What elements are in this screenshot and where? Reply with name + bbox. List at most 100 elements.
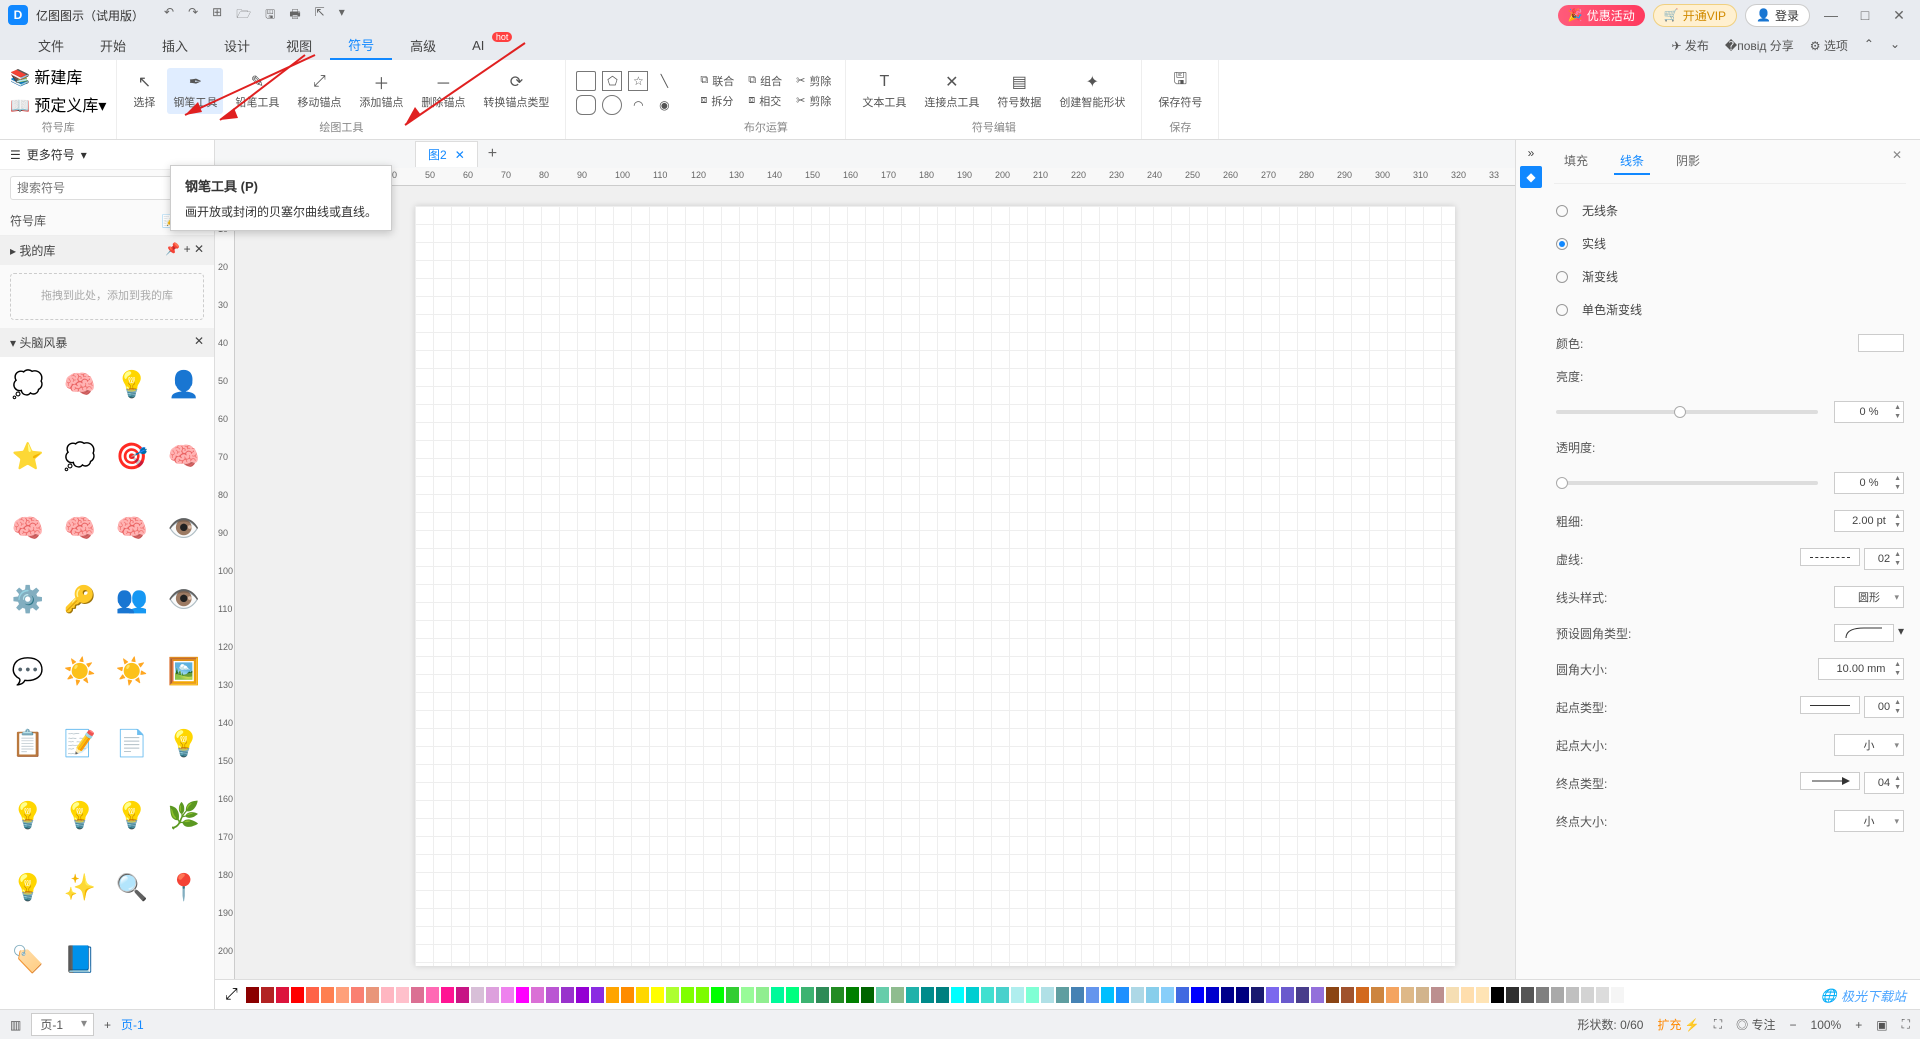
endtype-preview[interactable] <box>1800 772 1860 790</box>
export-icon[interactable]: ⇱ <box>315 5 325 26</box>
bool-group[interactable]: ⧉ 组合 <box>744 72 786 90</box>
shape-arc[interactable]: ◠ <box>628 95 648 115</box>
symbol-item[interactable]: ☀️ <box>112 652 152 692</box>
color-swatch-item[interactable] <box>1371 987 1384 1003</box>
mylib-close-icon[interactable]: ✕ <box>194 242 204 256</box>
save-symbol[interactable]: 🖫保存符号 <box>1152 68 1208 114</box>
symbol-item[interactable]: 🏷️ <box>8 939 48 979</box>
radio-gradient[interactable] <box>1556 271 1568 283</box>
fit-page-icon[interactable]: ▣ <box>1876 1018 1887 1032</box>
color-swatch-item[interactable] <box>561 987 574 1003</box>
color-swatch-item[interactable] <box>816 987 829 1003</box>
maximize-icon[interactable]: □ <box>1852 7 1878 23</box>
symbol-item[interactable]: ✨ <box>60 867 100 907</box>
brainstorm-toggle[interactable]: ▾ 头脑风暴 <box>10 334 67 351</box>
color-swatch-item[interactable] <box>1206 987 1219 1003</box>
radio-solid[interactable] <box>1556 238 1568 250</box>
options-button[interactable]: ⚙ 选项 <box>1810 37 1848 54</box>
color-swatch-item[interactable] <box>1461 987 1474 1003</box>
symbol-item[interactable]: 📄 <box>112 724 152 764</box>
radio-none[interactable] <box>1556 205 1568 217</box>
endsize-combo[interactable]: 小 <box>1834 810 1904 832</box>
radio-monograd[interactable] <box>1556 304 1568 316</box>
color-swatch-item[interactable] <box>1476 987 1489 1003</box>
color-swatch-item[interactable] <box>636 987 649 1003</box>
zoom-in-icon[interactable]: + <box>1855 1018 1862 1032</box>
color-swatch-item[interactable] <box>1071 987 1084 1003</box>
color-swatch-item[interactable] <box>441 987 454 1003</box>
zoom-out-icon[interactable]: − <box>1790 1018 1797 1032</box>
color-swatch-item[interactable] <box>366 987 379 1003</box>
color-swatch-item[interactable] <box>1446 987 1459 1003</box>
color-swatch-item[interactable] <box>1416 987 1429 1003</box>
symbol-item[interactable]: 💡 <box>112 365 152 405</box>
new-lib-button[interactable]: 📚 新建库 <box>10 64 82 88</box>
bool-intersect[interactable]: ⧈ 相交 <box>744 92 786 110</box>
color-swatch-item[interactable] <box>831 987 844 1003</box>
color-swatch[interactable] <box>1858 334 1904 352</box>
symdata-tool[interactable]: ▤符号数据 <box>991 68 1047 114</box>
symbol-item[interactable]: 💡 <box>8 795 48 835</box>
symbol-item[interactable]: 💬 <box>8 652 48 692</box>
color-swatch-item[interactable] <box>1506 987 1519 1003</box>
page-canvas[interactable] <box>415 206 1455 966</box>
symbol-item[interactable]: 🧠 <box>60 508 100 548</box>
symbol-item[interactable]: ⭐ <box>8 436 48 476</box>
symbol-item[interactable]: 🌿 <box>164 795 204 835</box>
color-swatch-item[interactable] <box>1536 987 1549 1003</box>
color-swatch-item[interactable] <box>351 987 364 1003</box>
color-swatch-item[interactable] <box>246 987 259 1003</box>
brain-close-icon[interactable]: ✕ <box>194 334 204 351</box>
symbol-item[interactable]: 💡 <box>8 867 48 907</box>
qat-more-icon[interactable]: ▾ <box>339 5 345 26</box>
color-swatch-item[interactable] <box>1041 987 1054 1003</box>
color-swatch-item[interactable] <box>936 987 949 1003</box>
menu-file[interactable]: 文件 <box>20 32 82 59</box>
bool-union[interactable]: ⧉ 联合 <box>696 72 738 90</box>
add-page-button[interactable]: + <box>104 1018 111 1032</box>
undo-icon[interactable]: ↶ <box>164 5 174 26</box>
color-swatch-item[interactable] <box>396 987 409 1003</box>
color-swatch-item[interactable] <box>1146 987 1159 1003</box>
share-button[interactable]: �повід 分享 <box>1725 37 1794 54</box>
color-swatch-item[interactable] <box>1266 987 1279 1003</box>
color-swatch-item[interactable] <box>1056 987 1069 1003</box>
color-swatch-item[interactable] <box>1161 987 1174 1003</box>
symbol-item[interactable]: 🧠 <box>112 508 152 548</box>
color-swatch-item[interactable] <box>1431 987 1444 1003</box>
color-swatch-item[interactable] <box>696 987 709 1003</box>
color-swatch-item[interactable] <box>426 987 439 1003</box>
menu-start[interactable]: 开始 <box>82 32 144 59</box>
new-page-icon[interactable]: ⊞ <box>212 5 222 26</box>
color-swatch-item[interactable] <box>1251 987 1264 1003</box>
add-tab-button[interactable]: + <box>478 141 507 167</box>
color-swatch-item[interactable] <box>771 987 784 1003</box>
color-swatch-item[interactable] <box>921 987 934 1003</box>
color-swatch-item[interactable] <box>1356 987 1369 1003</box>
color-swatch-item[interactable] <box>711 987 724 1003</box>
color-swatch-item[interactable] <box>651 987 664 1003</box>
bool-subtract[interactable]: ✂ 剪除 <box>792 72 835 90</box>
color-swatch-item[interactable] <box>951 987 964 1003</box>
color-swatch-item[interactable] <box>666 987 679 1003</box>
symbol-item[interactable]: 💡 <box>60 795 100 835</box>
color-swatch-item[interactable] <box>516 987 529 1003</box>
my-lib-toggle[interactable]: ▸ 我的库 <box>10 242 55 259</box>
shape-spiral[interactable]: ◉ <box>654 95 674 115</box>
symbol-item[interactable]: 🧠 <box>8 508 48 548</box>
color-swatch-item[interactable] <box>306 987 319 1003</box>
color-swatch-item[interactable] <box>996 987 1009 1003</box>
color-swatch-item[interactable] <box>1281 987 1294 1003</box>
color-swatch-item[interactable] <box>906 987 919 1003</box>
shape-circle[interactable] <box>602 95 622 115</box>
tab-fill[interactable]: 填充 <box>1558 148 1594 175</box>
shape-roundrect[interactable] <box>576 95 596 115</box>
color-swatch-item[interactable] <box>261 987 274 1003</box>
color-swatch-item[interactable] <box>1176 987 1189 1003</box>
color-swatch-item[interactable] <box>786 987 799 1003</box>
open-icon[interactable]: 🗁 <box>236 5 251 26</box>
brightness-value[interactable]: 0 %▲▼ <box>1834 401 1904 423</box>
weight-value[interactable]: 2.00 pt▲▼ <box>1834 510 1904 532</box>
color-swatch-item[interactable] <box>486 987 499 1003</box>
login-button[interactable]: 👤 登录 <box>1745 4 1810 27</box>
